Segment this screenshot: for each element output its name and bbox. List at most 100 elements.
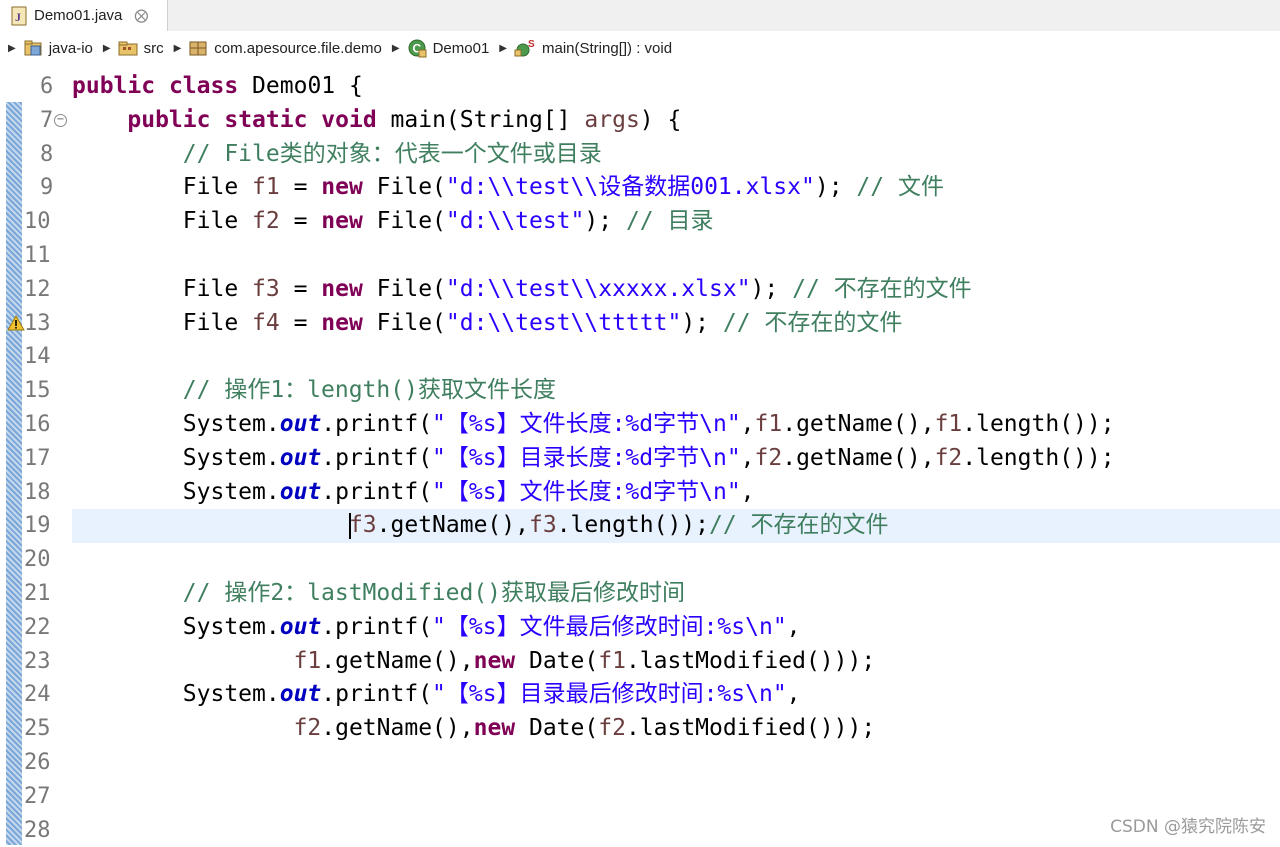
- code-line[interactable]: 12 File f3 = new File("d:\\test\\xxxxx.x…: [0, 273, 1280, 307]
- variable-token: f3: [348, 512, 377, 539]
- field-token: out: [279, 478, 322, 505]
- code-line[interactable]: 8 // File类的对象：代表一个文件或目录: [0, 138, 1280, 172]
- code-line[interactable]: 26: [0, 746, 1280, 780]
- code-line[interactable]: 25 f2.getName(),new Date(f2.lastModified…: [0, 712, 1280, 746]
- code-token: =: [279, 174, 322, 201]
- code-token: ,: [786, 681, 801, 708]
- code-line[interactable]: 18 System.out.printf("【%s】文件长度:%d字节\n",: [0, 476, 1280, 510]
- code-text: f1.getName(),new Date(f1.lastModified())…: [72, 645, 876, 679]
- string-token: "d:\\test": [445, 208, 585, 235]
- code-token: ,: [740, 444, 755, 471]
- comment-token: // 操作1：length()获取文件长度: [182, 377, 556, 404]
- field-token: out: [279, 444, 322, 471]
- variable-token: f1: [293, 647, 322, 674]
- code-token: ,: [740, 411, 755, 437]
- code-token: .getName(),: [376, 512, 529, 539]
- close-icon[interactable]: ⨂: [134, 8, 148, 24]
- variable-token: f1: [598, 647, 626, 674]
- code-line[interactable]: 15 // 操作1：length()获取文件长度: [0, 374, 1280, 408]
- line-number: 25: [24, 716, 51, 742]
- code-line[interactable]: 21 // 操作2：lastModified()获取最后修改时间: [0, 577, 1280, 611]
- string-token: "【%s】文件长度:%d字节\n": [432, 411, 741, 437]
- code-line[interactable]: 20: [0, 543, 1280, 577]
- line-number: 28: [24, 817, 51, 843]
- tab-demo01-java[interactable]: J Demo01.java ⨂: [0, 0, 168, 31]
- line-number: 23: [24, 648, 51, 674]
- keyword-token: new: [321, 309, 363, 336]
- code-line[interactable]: 9 File f1 = new File("d:\\test\\设备数据001.…: [0, 171, 1280, 205]
- code-token: System.: [72, 478, 280, 505]
- code-token: );: [750, 275, 793, 302]
- comment-token: // 不存在的文件: [709, 512, 889, 539]
- fold-toggle-icon[interactable]: −: [54, 113, 67, 127]
- code-token: .printf(: [321, 613, 433, 640]
- code-line[interactable]: 13 File f4 = new File("d:\\test\\ttttt")…: [0, 307, 1280, 341]
- code-line[interactable]: 10 File f2 = new File("d:\\test"); // 目录: [0, 205, 1280, 239]
- code-line[interactable]: 28: [0, 814, 1280, 847]
- breadcrumb-class[interactable]: ▶ C Demo01: [392, 38, 489, 58]
- breadcrumb-method[interactable]: ▶ S main(String[]) : void: [499, 38, 672, 58]
- comment-token: // 文件: [856, 174, 944, 201]
- code-token: System.: [72, 681, 280, 708]
- code-text: System.out.printf("【%s】文件长度:%d字节\n",f1.g…: [72, 408, 1115, 442]
- code-line[interactable]: 24 System.out.printf("【%s】目录最后修改时间:%s\n"…: [0, 678, 1280, 712]
- code-text: // 操作2：lastModified()获取最后修改时间: [72, 577, 685, 611]
- keyword-token: public: [127, 106, 211, 133]
- variable-token: f1: [252, 174, 280, 201]
- code-token: .getName(),: [782, 444, 935, 471]
- variable-token: f2: [252, 208, 280, 235]
- breadcrumb-method-label: main(String[]) : void: [542, 39, 673, 57]
- line-number: 21: [24, 581, 51, 606]
- code-token: ,: [786, 613, 801, 640]
- chevron-right-icon: ▶: [391, 42, 400, 54]
- code-line[interactable]: 16 System.out.printf("【%s】文件长度:%d字节\n",f…: [0, 408, 1280, 442]
- code-line[interactable]: 23 f1.getName(),new Date(f1.lastModified…: [0, 645, 1280, 679]
- code-token: );: [814, 174, 857, 201]
- warning-icon[interactable]: [7, 314, 25, 331]
- code-token: =: [279, 275, 322, 302]
- string-token: "d:\\test\\设备数据001.xlsx": [445, 174, 815, 201]
- line-number: 19: [24, 513, 51, 539]
- variable-token: f1: [754, 411, 783, 437]
- field-token: out: [279, 411, 322, 437]
- watermark: CSDN @猿究院陈安: [1110, 817, 1266, 837]
- code-line[interactable]: 17 System.out.printf("【%s】目录长度:%d字节\n",f…: [0, 442, 1280, 476]
- breadcrumb-src[interactable]: ▶ src: [103, 39, 164, 57]
- breadcrumb-project-label: java-io: [48, 39, 93, 57]
- variable-token: f2: [934, 444, 963, 471]
- code-token: System.: [72, 444, 280, 471]
- keyword-token: static: [224, 106, 308, 133]
- code-token: File: [72, 208, 253, 235]
- source-folder-icon: [118, 41, 138, 56]
- code-text: File f3 = new File("d:\\test\\xxxxx.xlsx…: [72, 273, 972, 307]
- class-icon: C: [408, 39, 427, 58]
- code-token: File(: [362, 309, 446, 336]
- code-line[interactable]: 7− public static void main(String[] args…: [0, 104, 1280, 138]
- breadcrumb-package[interactable]: ▶ com.apesource.file.demo: [174, 39, 382, 57]
- code-line[interactable]: 14: [0, 340, 1280, 374]
- code-line[interactable]: 19 f3.getName(),f3.length());// 不存在的文件: [0, 509, 1280, 544]
- breadcrumb-package-label: com.apesource.file.demo: [214, 39, 382, 57]
- line-number: 18: [24, 479, 51, 505]
- code-editor[interactable]: 6 public class Demo01 {7− public static v…: [0, 70, 1280, 845]
- code-token: System.: [72, 411, 280, 437]
- breadcrumb-project[interactable]: ▶ java-io: [8, 39, 93, 57]
- svg-text:S: S: [528, 39, 535, 50]
- keyword-token: new: [321, 174, 363, 201]
- line-number: 6: [40, 74, 54, 99]
- code-token: .getName(),: [321, 715, 474, 742]
- code-line[interactable]: 11: [0, 239, 1280, 273]
- line-number: 17: [24, 445, 51, 471]
- code-line[interactable]: 27: [0, 780, 1280, 814]
- code-text: public static void main(String[] args) {: [72, 104, 681, 138]
- code-text: // File类的对象：代表一个文件或目录: [72, 138, 602, 172]
- code-line[interactable]: 6 public class Demo01 {: [0, 70, 1280, 104]
- code-token: .printf(: [321, 444, 433, 471]
- code-line[interactable]: 22 System.out.printf("【%s】文件最后修改时间:%s\n"…: [0, 611, 1280, 645]
- code-token: File: [72, 174, 253, 201]
